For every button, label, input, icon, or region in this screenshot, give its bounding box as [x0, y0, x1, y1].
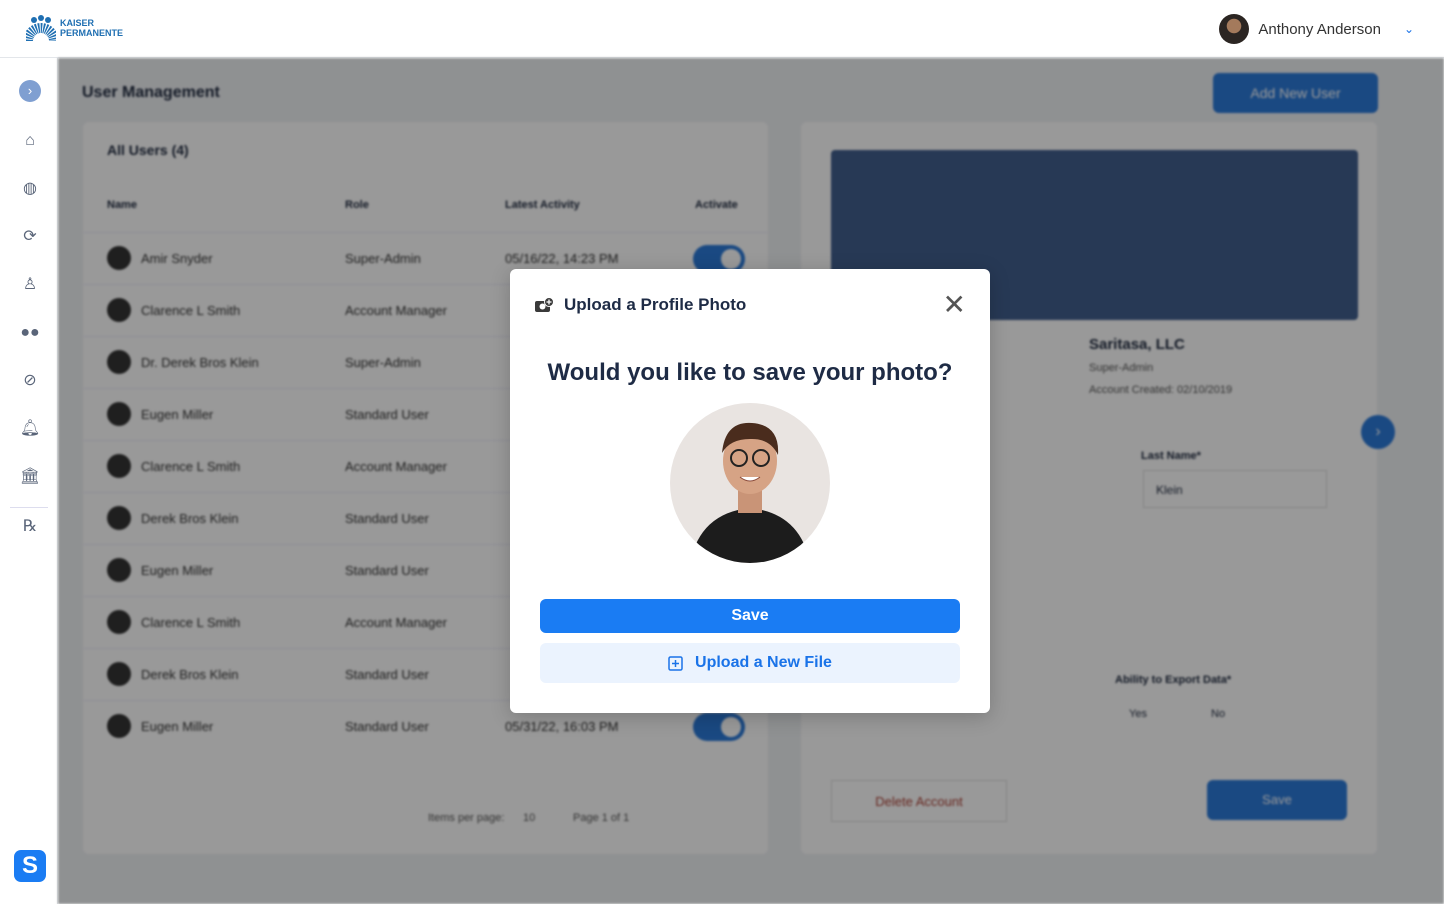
row-role: Super-Admin [345, 355, 421, 370]
column-latest-activity[interactable]: Latest Activity [505, 199, 580, 211]
row-name: Dr. Derek Bros Klein [141, 355, 259, 370]
sidebar-expand-button[interactable]: › [19, 80, 41, 102]
column-name[interactable]: Name [107, 199, 137, 211]
close-icon[interactable]: ✕ [943, 291, 966, 319]
globe-icon[interactable]: ◍ [19, 178, 41, 200]
save-photo-button[interactable]: Save [540, 599, 960, 633]
sidebar-divider [10, 507, 48, 508]
row-role: Standard User [345, 407, 429, 422]
row-role: Standard User [345, 511, 429, 526]
home-icon[interactable]: ⌂ [19, 130, 41, 152]
row-avatar [107, 506, 131, 530]
upload-new-file-button[interactable]: Upload a New File [540, 643, 960, 683]
account-created: Account Created: 02/10/2019 [1089, 384, 1233, 396]
user-avatar [1219, 14, 1250, 44]
row-role: Account Manager [345, 459, 447, 474]
row-avatar [107, 714, 131, 738]
page-label: Page 1 of 1 [573, 812, 630, 824]
row-name: Clarence L Smith [141, 615, 241, 630]
row-role: Standard User [345, 719, 429, 734]
modal-question: Would you like to save your photo? [547, 359, 953, 386]
company-name: Saritasa, LLC [1089, 336, 1185, 353]
table-title: All Users (4) [107, 142, 189, 158]
row-name: Derek Bros Klein [141, 511, 239, 526]
row-avatar [107, 662, 131, 686]
user-menu[interactable]: Anthony Anderson ⌄ [1219, 14, 1414, 44]
last-name-label: Last Name* [1141, 450, 1201, 462]
add-new-user-button[interactable]: Add New User [1213, 73, 1378, 113]
sync-icon[interactable]: ⟳ [19, 226, 41, 248]
kaiser-logo[interactable]: KAISER PERMANENTE [26, 15, 123, 41]
upload-photo-modal: Upload a Profile Photo ✕ Would you like … [510, 269, 990, 713]
row-role: Standard User [345, 667, 429, 682]
row-avatar [107, 298, 131, 322]
sidebar: › ⌂ ◍ ⟳ ♙ ●● ⊘ 🔔︎ 🏛︎ ℞ S [0, 58, 58, 904]
camera-plus-icon [535, 297, 554, 312]
row-avatar [107, 558, 131, 582]
radio-no[interactable]: No [1211, 708, 1225, 720]
row-role: Account Manager [345, 303, 447, 318]
bank-icon[interactable]: 🏛︎ [19, 466, 41, 488]
delete-account-button[interactable]: Delete Account [831, 780, 1007, 822]
radio-yes[interactable]: Yes [1129, 708, 1147, 720]
modal-header: Upload a Profile Photo [534, 295, 746, 315]
plus-square-icon [668, 655, 683, 671]
radio-no-label: No [1211, 708, 1226, 720]
top-header: KAISER PERMANENTE Anthony Anderson ⌄ [0, 0, 1444, 58]
row-name: Eugen Miller [141, 719, 214, 734]
column-role[interactable]: Role [345, 199, 369, 211]
logo-line2: PERMANENTE [60, 28, 124, 38]
pills-icon[interactable]: ⊘ [19, 370, 41, 392]
row-avatar [107, 402, 131, 426]
modal-title: Upload a Profile Photo [564, 295, 747, 314]
rx-icon[interactable]: ℞ [19, 516, 41, 538]
logo-line1: KAISER [60, 18, 95, 28]
user-name: Anthony Anderson [1258, 20, 1381, 38]
chevron-down-icon[interactable]: ⌄ [1404, 22, 1414, 36]
row-role: Standard User [345, 563, 429, 578]
row-name: Eugen Miller [141, 563, 214, 578]
row-avatar [107, 454, 131, 478]
next-arrow-button[interactable]: › [1361, 415, 1395, 449]
items-per-page-select[interactable]: 10 [523, 812, 535, 824]
row-avatar [107, 246, 131, 270]
user-icon[interactable]: ♙ [19, 274, 41, 296]
row-avatar [107, 610, 131, 634]
row-name: Derek Bros Klein [141, 667, 239, 682]
row-avatar [107, 350, 131, 374]
items-per-page-label: Items per page: [428, 812, 505, 824]
binoculars-icon[interactable]: ●● [19, 322, 41, 344]
row-role: Account Manager [345, 615, 447, 630]
saritasa-logo[interactable]: S [14, 850, 46, 882]
bell-icon[interactable]: 🔔︎ [19, 418, 41, 440]
row-name: Clarence L Smith [141, 303, 241, 318]
upload-new-file-label: Upload a New File [695, 654, 832, 671]
row-role: Super-Admin [345, 251, 421, 266]
row-name: Clarence L Smith [141, 459, 241, 474]
profile-photo-preview [670, 403, 830, 563]
row-name: Eugen Miller [141, 407, 214, 422]
export-data-label: Ability to Export Data* [1115, 674, 1232, 686]
row-activity: 05/31/22, 16:03 PM [505, 719, 619, 734]
last-name-input[interactable]: Klein [1143, 470, 1327, 508]
profile-save-button[interactable]: Save [1207, 780, 1347, 820]
activate-toggle[interactable] [693, 713, 745, 741]
profile-role: Super-Admin [1089, 362, 1154, 374]
page-title: User Management [82, 84, 220, 101]
row-activity: 05/16/22, 14:23 PM [505, 251, 619, 266]
column-activate: Activate [695, 199, 738, 211]
radio-yes-label: Yes [1129, 708, 1147, 720]
logo-icon [26, 15, 56, 41]
row-name: Amir Snyder [141, 251, 213, 266]
